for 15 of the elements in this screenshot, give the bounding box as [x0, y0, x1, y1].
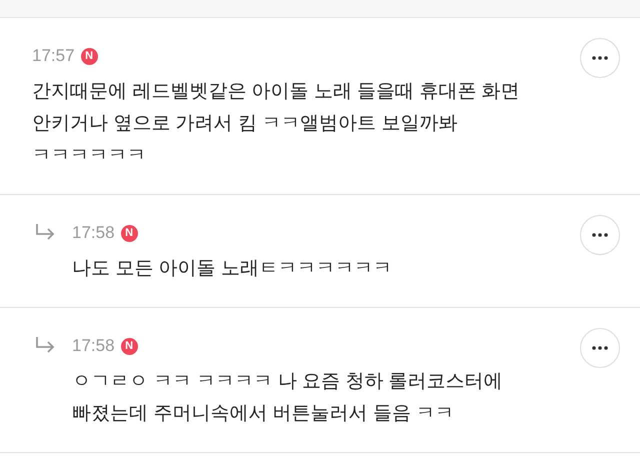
new-badge: N — [120, 338, 138, 354]
comment-time: 17:58 — [72, 222, 115, 244]
comment-text: 간지때문에 레드벨벳같은 아이돌 노래 들을때 휴대폰 화면 안키거나 옆으로 가려서 킴 ㅋㅋ앨범아트 보일까봐 ㅋㅋㅋㅋㅋㅋ — [32, 80, 521, 168]
comment-time: 17:58 — [72, 335, 115, 358]
more-button[interactable] — [580, 328, 620, 368]
more-icon — [592, 233, 608, 237]
more-icon — [592, 56, 608, 60]
comment-time: 17:57 — [32, 45, 75, 68]
comment-text: ㅇㄱㄹㅇ ㅋㅋ ㅋㅋㅋㅋ 나 요즘 청하 롤러코스터에 빠졌는데 주머니속에서 버튼눌러서 들음 ㅋㅋ — [72, 370, 504, 426]
more-icon — [592, 346, 608, 350]
more-button[interactable] — [580, 215, 620, 255]
new-badge: N — [80, 48, 98, 64]
more-button[interactable] — [580, 38, 620, 78]
new-badge: N — [120, 224, 138, 242]
comment-text: 나도 모든 아이돌 노래ㅌㅋㅋㅋㅋㅋㅋ — [72, 257, 393, 281]
